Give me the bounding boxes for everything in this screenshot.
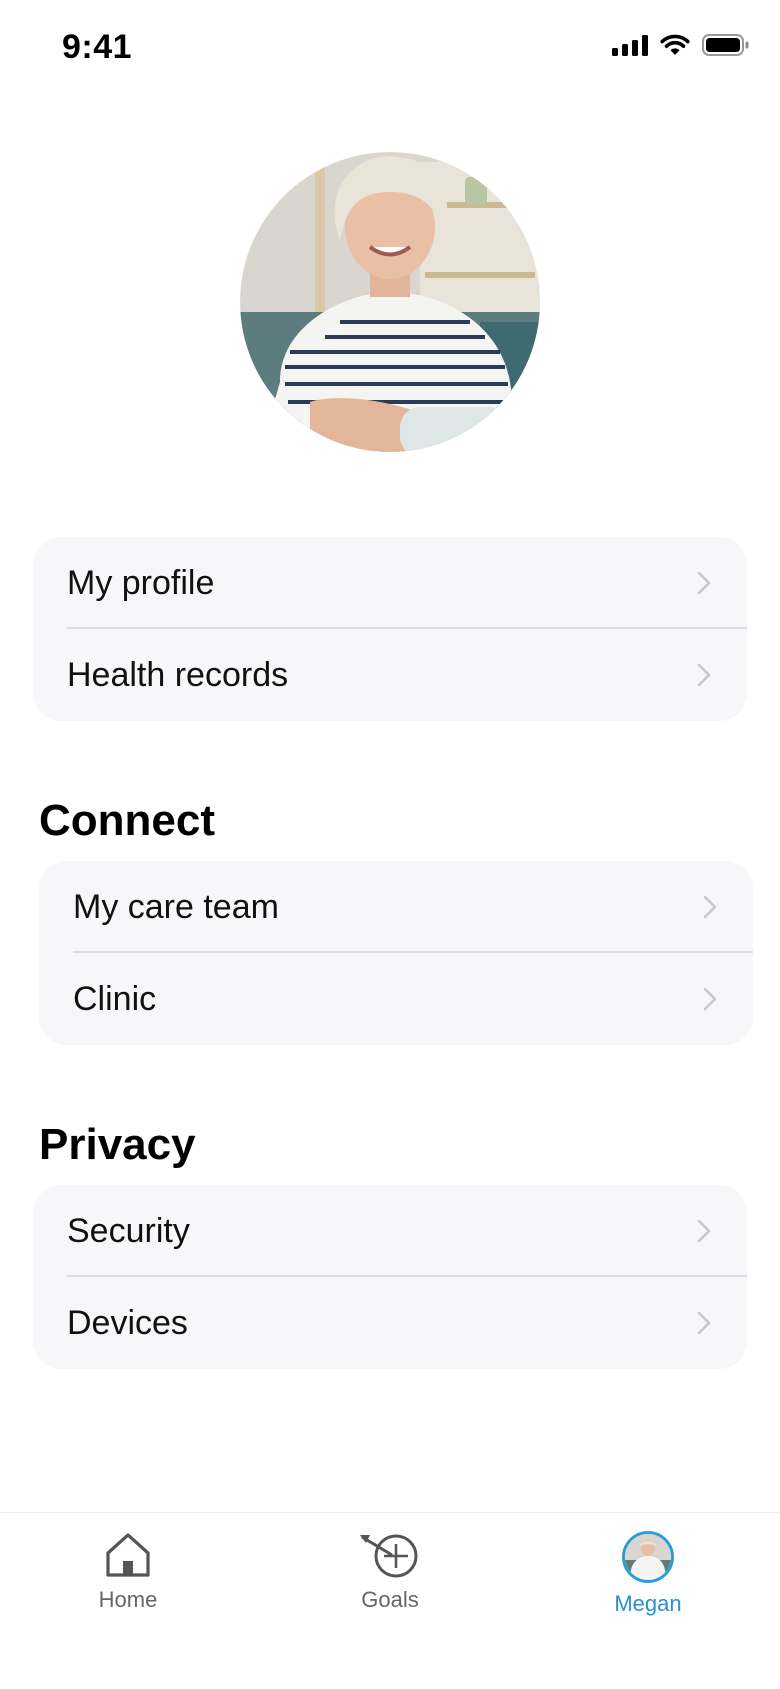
row-label: Health records (67, 655, 289, 694)
house-icon (106, 1533, 150, 1577)
chevron-right-icon (697, 571, 711, 595)
chevron-right-icon (697, 1311, 711, 1335)
wifi-icon (660, 34, 690, 55)
tab-label: Goals (361, 1587, 419, 1612)
profile-avatar[interactable] (240, 152, 540, 452)
target-icon (360, 1534, 418, 1578)
health-records-row[interactable]: Health records (33, 629, 747, 721)
clinic-row[interactable]: Clinic (39, 953, 753, 1045)
tab-megan[interactable]: Megan (568, 1531, 728, 1617)
tab-label: Home (98, 1587, 158, 1612)
chevron-right-icon (697, 1219, 711, 1243)
cellular-signal-icon (612, 34, 648, 56)
row-label: Security (67, 1211, 190, 1250)
security-row[interactable]: Security (33, 1185, 747, 1277)
status-icons (612, 34, 750, 56)
connect-section-title: Connect (39, 796, 215, 845)
privacy-section-title: Privacy (39, 1120, 196, 1169)
row-label: Clinic (73, 979, 157, 1018)
tab-goals[interactable]: Goals (310, 1531, 470, 1613)
battery-icon (702, 34, 749, 56)
tab-home[interactable]: Home (48, 1531, 208, 1613)
connect-card: My care team Clinic (39, 861, 753, 1045)
status-time: 9:41 (62, 28, 133, 66)
chevron-right-icon (703, 895, 717, 919)
tab-bar: Home Goals Megan (0, 1512, 780, 1689)
tab-label: Megan (614, 1591, 682, 1616)
privacy-card: Security Devices (33, 1185, 747, 1369)
my-care-team-row[interactable]: My care team (39, 861, 753, 953)
avatar (622, 1531, 674, 1583)
row-label: My profile (67, 563, 215, 602)
my-profile-row[interactable]: My profile (33, 537, 747, 629)
row-label: Devices (67, 1303, 188, 1342)
user-photo-icon (625, 1534, 671, 1580)
chevron-right-icon (697, 663, 711, 687)
chevron-right-icon (703, 987, 717, 1011)
status-bar: 9:41 (0, 0, 780, 100)
row-label: My care team (73, 887, 279, 926)
user-photo-icon (240, 152, 540, 452)
devices-row[interactable]: Devices (33, 1277, 747, 1369)
account-card: My profile Health records (33, 537, 747, 721)
